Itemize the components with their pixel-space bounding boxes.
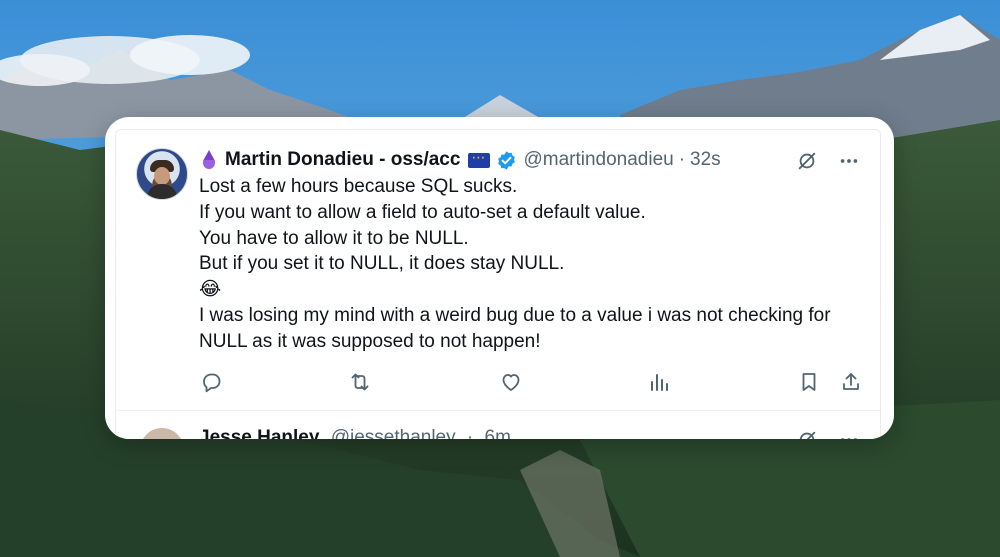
author-handle[interactable]: @martindonadieu [523, 149, 673, 171]
views-icon[interactable] [647, 370, 671, 394]
tweet-line: NULL as it was supposed to not happen! [199, 330, 541, 352]
tweet-line: You have to allow it to be NULL. [199, 227, 469, 249]
tweet-line: If you want to allow a field to auto-set… [199, 201, 646, 223]
avatar[interactable] [140, 428, 184, 439]
share-icon[interactable] [839, 370, 863, 394]
tweet-line: But if you set it to NULL, it does stay … [199, 253, 565, 275]
laughing-emoji: 😂 [199, 279, 222, 301]
author-name[interactable]: Jesse Hanley [199, 427, 319, 439]
verified-badge-icon [496, 150, 517, 171]
tweet-header: Martin Donadieu - oss/acc @martindonadie… [199, 148, 721, 172]
bookmark-icon[interactable] [797, 370, 821, 394]
reply-icon[interactable] [199, 370, 223, 394]
grok-icon[interactable] [796, 429, 818, 439]
timestamp[interactable]: 6m [485, 427, 511, 439]
separator-dot: · [678, 149, 686, 170]
avatar[interactable] [136, 148, 188, 200]
author-handle[interactable]: @jessethanley [331, 427, 456, 439]
author-name[interactable]: Martin Donadieu - oss/acc [225, 149, 460, 171]
mage-emoji-icon [199, 150, 219, 170]
separator-dot: · [466, 427, 474, 439]
tweet-line: Lost a few hours because SQL sucks. [199, 176, 518, 197]
tweet-card: Martin Donadieu - oss/acc @martindonadie… [105, 117, 894, 439]
grok-icon[interactable] [796, 150, 818, 172]
timestamp[interactable]: 32s [690, 149, 721, 171]
like-icon[interactable] [499, 370, 523, 394]
tweet-top-actions [796, 150, 860, 172]
next-tweet[interactable]: Jesse Hanley @jessethanley · 6m [116, 411, 880, 439]
more-options-icon[interactable] [838, 150, 860, 172]
tweet-actions [199, 370, 859, 396]
retweet-icon[interactable] [348, 370, 372, 394]
timeline: Martin Donadieu - oss/acc @martindonadie… [115, 129, 881, 439]
tweet-top-actions [796, 429, 860, 439]
tweet-text: Lost a few hours because SQL sucks. If y… [199, 174, 869, 355]
eu-flag-icon [468, 149, 491, 168]
tweet[interactable]: Martin Donadieu - oss/acc @martindonadie… [116, 130, 880, 410]
tweet-line: I was losing my mind with a weird bug du… [199, 304, 831, 326]
more-options-icon[interactable] [838, 429, 860, 439]
tweet-header: Jesse Hanley @jessethanley · 6m [199, 427, 511, 439]
